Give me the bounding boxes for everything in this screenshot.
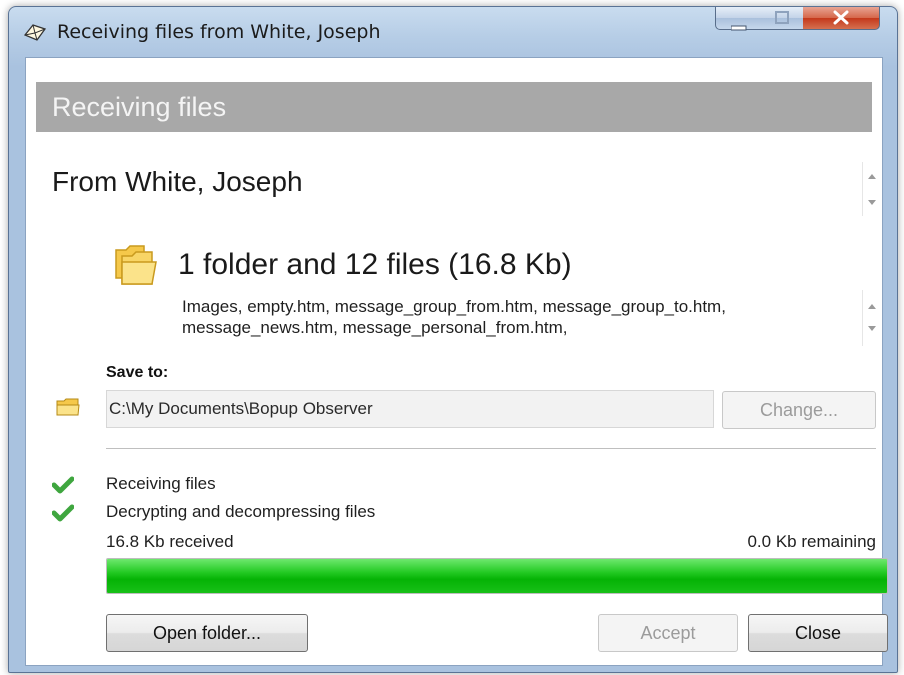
file-list-line: Images, empty.htm, message_group_from.ht…	[182, 297, 726, 316]
open-folder-button[interactable]: Open folder...	[106, 614, 308, 652]
header-title: Receiving files	[52, 92, 227, 122]
header-band: Receiving files	[36, 82, 872, 132]
folder-icon	[110, 240, 160, 288]
file-list: Images, empty.htm, message_group_from.ht…	[182, 296, 862, 338]
window-title: Receiving files from White, Joseph	[57, 21, 381, 43]
transfer-window: Receiving files from White, Joseph Recei…	[8, 6, 898, 673]
save-path-field[interactable]: C:\My Documents\Bopup Observer	[106, 390, 714, 428]
file-list-scrollbar[interactable]	[862, 290, 881, 346]
title-bar[interactable]: Receiving files from White, Joseph	[9, 7, 897, 57]
save-to-label: Save to:	[106, 364, 169, 381]
minimize-button[interactable]	[715, 7, 763, 31]
separator	[106, 448, 876, 449]
checkmark-icon	[51, 476, 75, 494]
progress-bar	[106, 558, 888, 594]
scroll-down-arrow-icon[interactable]	[868, 200, 876, 205]
close-icon	[833, 10, 849, 30]
sender-scrollbar[interactable]	[862, 162, 881, 216]
close-window-button[interactable]	[803, 7, 880, 30]
change-button[interactable]: Change...	[722, 391, 876, 429]
status-step: Receiving files	[106, 474, 216, 493]
progress-fill	[107, 559, 887, 593]
received-amount: 16.8 Kb received	[106, 532, 234, 551]
scroll-up-arrow-icon[interactable]	[868, 304, 876, 309]
minimize-icon	[730, 18, 747, 36]
files-summary: 1 folder and 12 files (16.8 Kb)	[178, 248, 572, 281]
folder-icon	[56, 398, 80, 416]
sender-line: From White, Joseph	[52, 166, 303, 197]
checkmark-icon	[51, 504, 75, 522]
accept-button[interactable]: Accept	[598, 614, 738, 652]
dialog-content: Receiving files From White, Joseph 1 fol…	[25, 57, 888, 666]
maximize-icon	[775, 11, 789, 29]
file-list-line: message_news.htm, message_personal_from.…	[182, 318, 568, 337]
maximize-button[interactable]	[761, 7, 804, 30]
remaining-amount: 0.0 Kb remaining	[747, 532, 876, 551]
scroll-down-arrow-icon[interactable]	[868, 326, 876, 331]
app-icon	[23, 21, 47, 43]
scroll-up-arrow-icon[interactable]	[868, 174, 876, 179]
status-step: Decrypting and decompressing files	[106, 502, 376, 521]
close-button[interactable]: Close	[748, 614, 888, 652]
